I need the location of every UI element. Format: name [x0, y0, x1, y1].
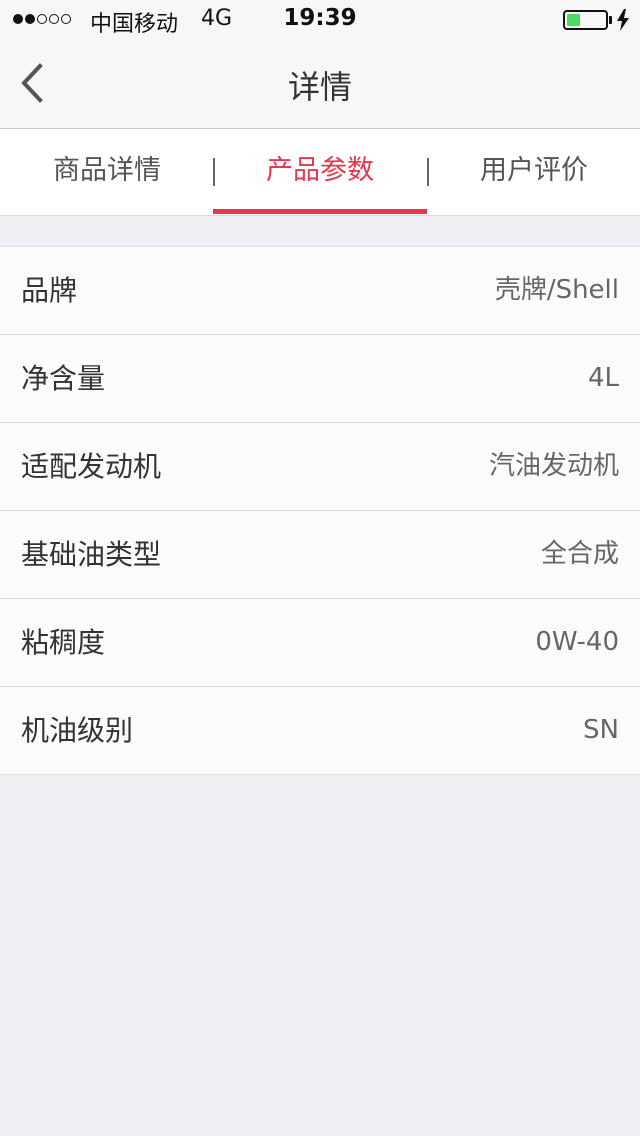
param-label: 品牌 [21, 274, 78, 307]
tab-user-reviews[interactable]: 用户评价 [427, 129, 640, 215]
charging-bolt-icon [617, 9, 629, 31]
tab-bar: 商品详情 产品参数 用户评价 [0, 129, 640, 216]
param-value: 全合成 [540, 539, 619, 569]
param-value: 壳牌/Shell [494, 275, 619, 305]
param-row-brand: 品牌 壳牌/Shell [0, 247, 640, 335]
param-row-net-content: 净含量 4L [0, 335, 640, 423]
param-label: 基础油类型 [21, 538, 162, 571]
param-value: SN [583, 715, 619, 745]
product-params-list: 品牌 壳牌/Shell 净含量 4L 适配发动机 汽油发动机 基础油类型 全合成… [0, 246, 640, 775]
status-time: 19:39 [283, 5, 357, 31]
chevron-left-icon [21, 63, 43, 103]
back-button[interactable] [10, 58, 60, 108]
param-label: 适配发动机 [21, 450, 162, 483]
battery-level [567, 14, 580, 26]
param-row-base-oil: 基础油类型 全合成 [0, 511, 640, 599]
status-bar: 中国移动 4G 19:39 [0, 0, 640, 40]
battery-icon [563, 10, 608, 30]
param-label: 机油级别 [21, 714, 134, 747]
tab-product-details[interactable]: 商品详情 [0, 129, 214, 215]
page-title: 详情 [287, 68, 352, 106]
active-tab-indicator [213, 209, 427, 214]
tab-product-params[interactable]: 产品参数 [213, 129, 427, 215]
battery-cap [609, 16, 612, 24]
param-row-viscosity: 粘稠度 0W-40 [0, 599, 640, 687]
navigation-bar: 详情 [0, 40, 640, 129]
param-label: 净含量 [21, 362, 106, 395]
param-value: 0W-40 [535, 627, 619, 657]
param-row-oil-grade: 机油级别 SN [0, 687, 640, 775]
param-value: 汽油发动机 [488, 451, 619, 481]
param-label: 粘稠度 [21, 626, 106, 659]
param-row-engine: 适配发动机 汽油发动机 [0, 423, 640, 511]
param-value: 4L [587, 363, 619, 393]
